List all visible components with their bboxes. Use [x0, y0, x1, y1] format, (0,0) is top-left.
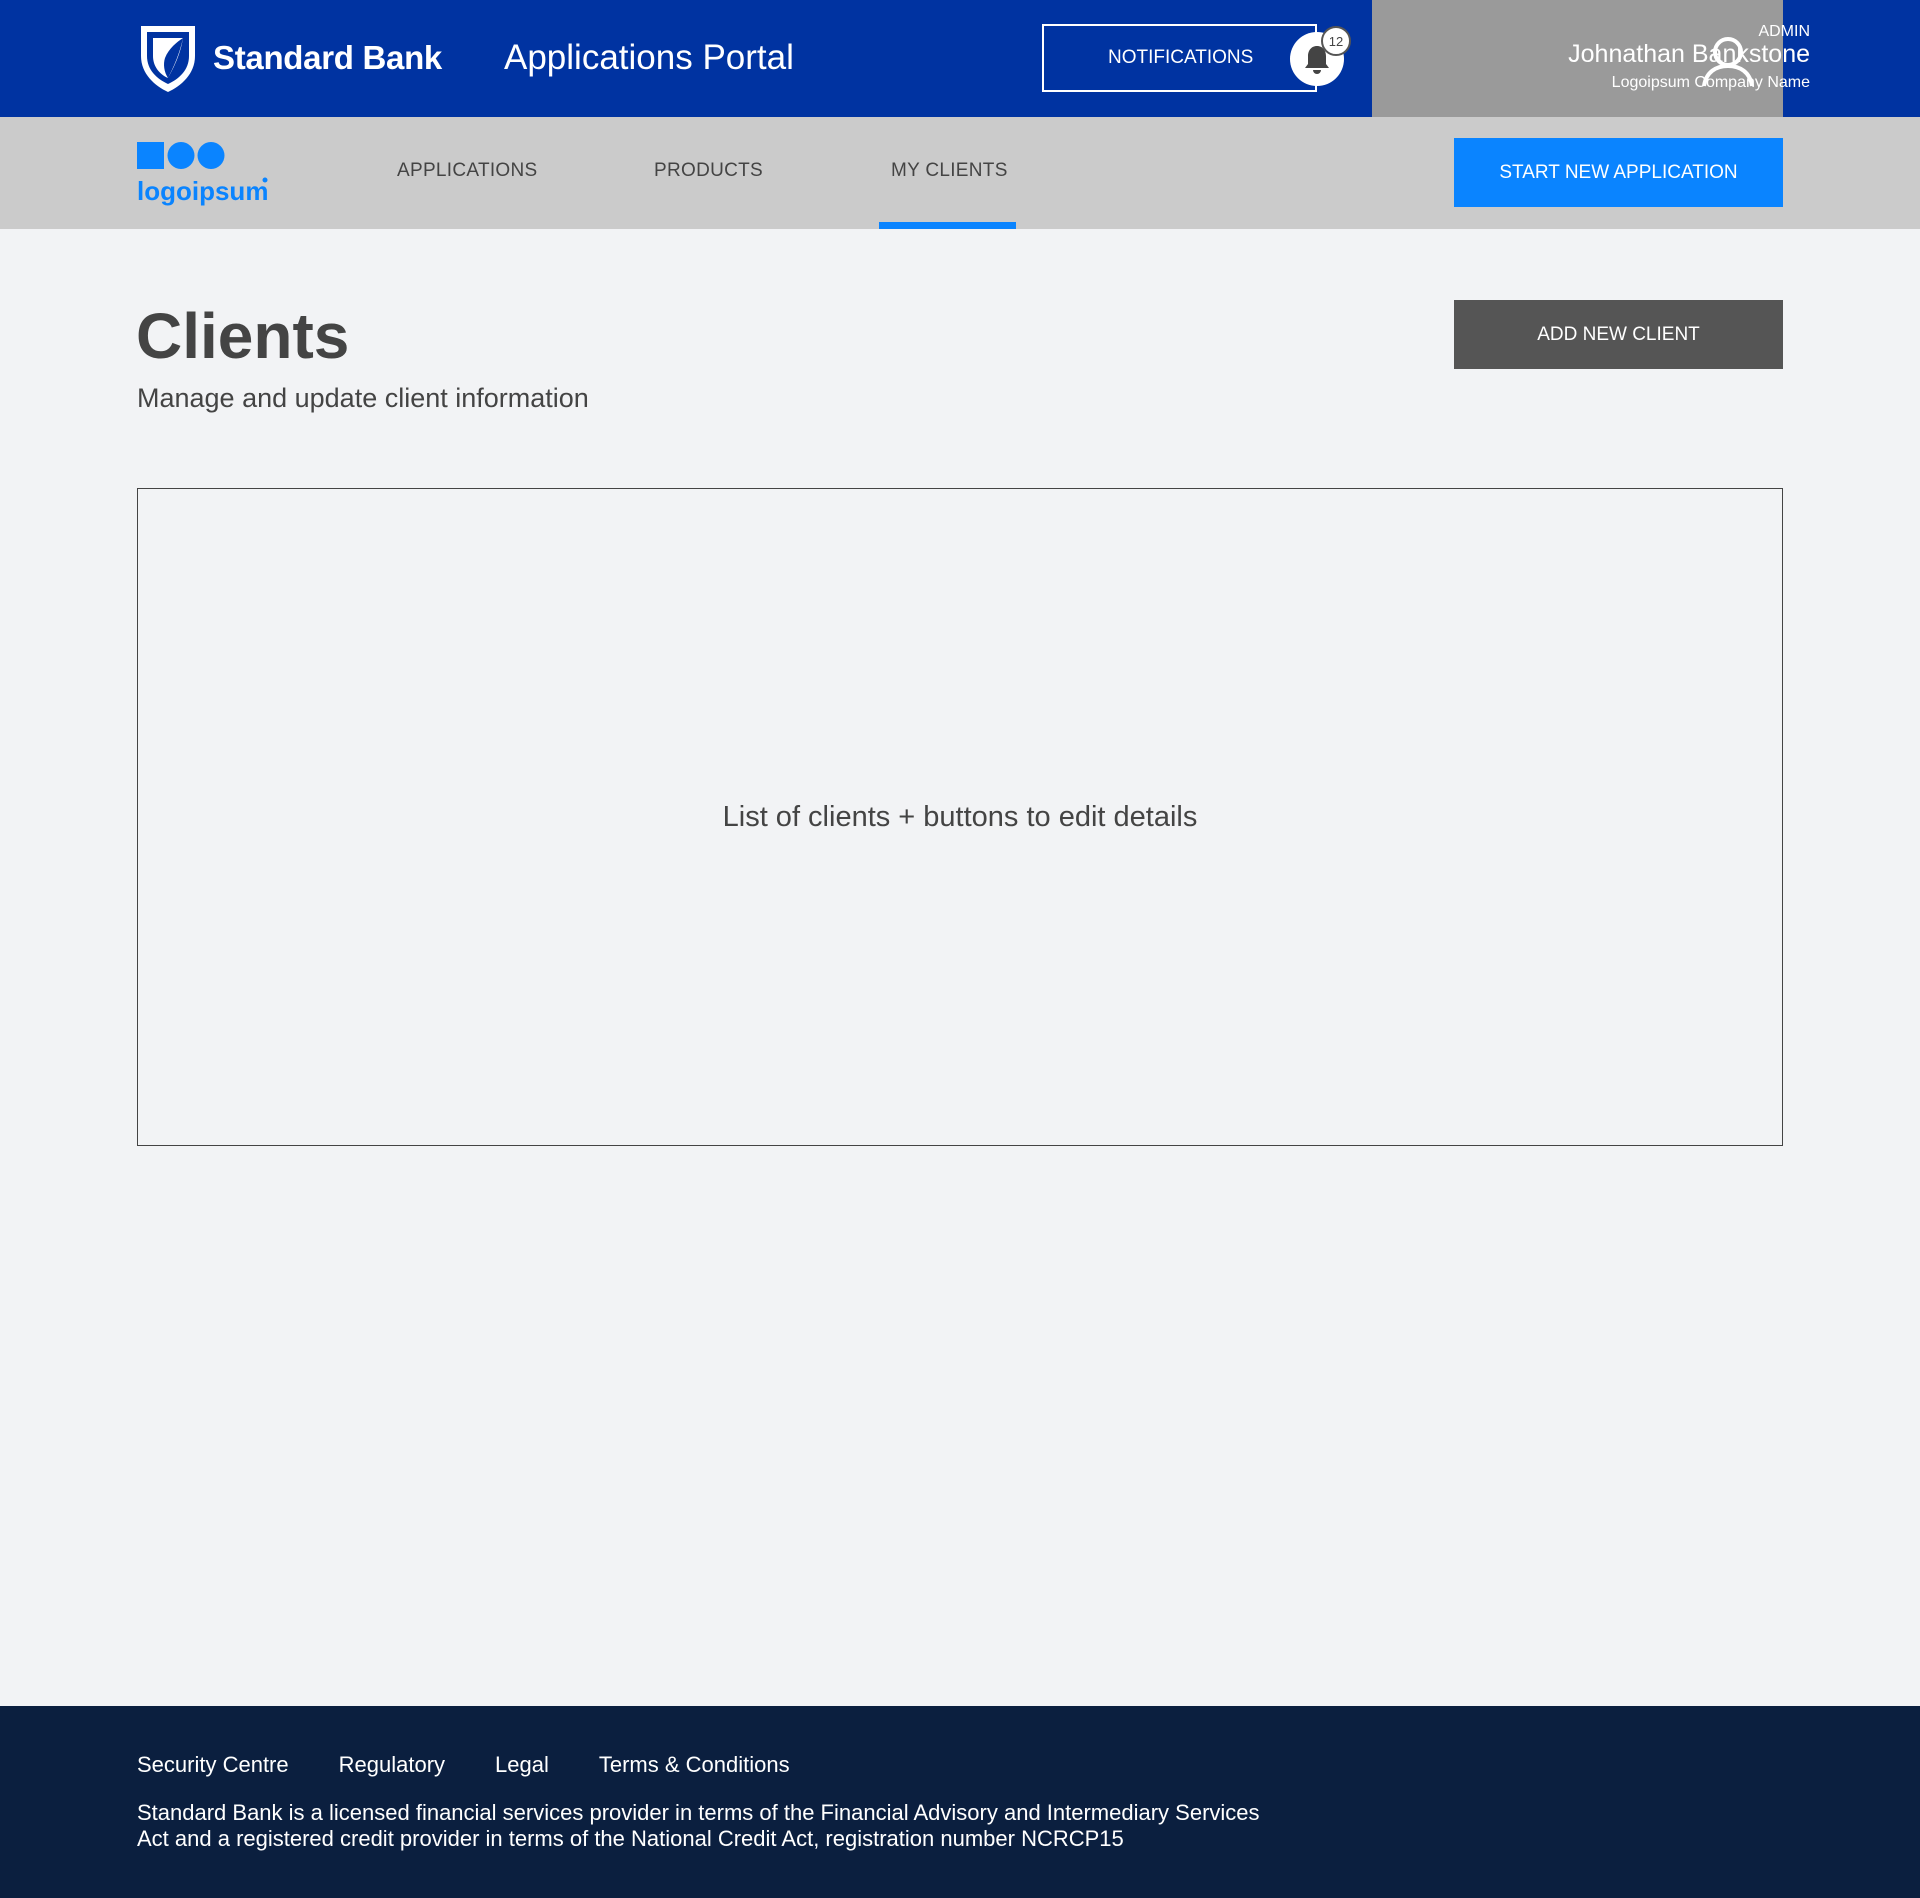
- footer-legal-line-1: Standard Bank is a licensed financial se…: [137, 1800, 1260, 1825]
- brand-name: Standard Bank: [213, 39, 442, 76]
- brand[interactable]: Standard Bank: [137, 22, 442, 94]
- user-name: Johnathan Bankstone: [1568, 40, 1810, 68]
- logoipsum-logo-icon[interactable]: logoipsum: [137, 140, 272, 206]
- client-list-panel: List of clients + buttons to edit detail…: [137, 488, 1783, 1146]
- nav-tab-applications[interactable]: APPLICATIONS: [397, 160, 538, 182]
- footer-link-security-centre[interactable]: Security Centre: [137, 1752, 289, 1778]
- page-title: Clients: [136, 300, 350, 372]
- footer-links: Security Centre Regulatory Legal Terms &…: [137, 1752, 840, 1778]
- client-list-placeholder: List of clients + buttons to edit detail…: [722, 800, 1198, 833]
- footer-link-legal[interactable]: Legal: [495, 1752, 549, 1778]
- notification-count-badge: 12: [1321, 26, 1351, 56]
- footer-legal-line-2: Act and a registered credit provider in …: [137, 1826, 1124, 1851]
- nav-tab-products[interactable]: PRODUCTS: [654, 160, 763, 182]
- nav-tab-my-clients[interactable]: MY CLIENTS: [891, 160, 1008, 182]
- footer-link-terms[interactable]: Terms & Conditions: [599, 1752, 790, 1778]
- user-icon[interactable]: [1700, 32, 1756, 88]
- footer-legal-text: Standard Bank is a licensed financial se…: [137, 1800, 1337, 1852]
- page-subtitle: Manage and update client information: [137, 383, 589, 413]
- add-new-client-button[interactable]: ADD NEW CLIENT: [1454, 300, 1783, 369]
- start-new-application-button[interactable]: START NEW APPLICATION: [1454, 138, 1783, 207]
- notifications-button[interactable]: NOTIFICATIONS: [1042, 24, 1317, 92]
- portal-title: Applications Portal: [504, 38, 794, 77]
- standard-bank-shield-icon: [141, 26, 195, 92]
- user-role: ADMIN: [1758, 23, 1810, 40]
- footer-link-regulatory[interactable]: Regulatory: [339, 1752, 445, 1778]
- logo-text: logoipsum: [137, 176, 268, 206]
- active-tab-indicator: [879, 222, 1016, 229]
